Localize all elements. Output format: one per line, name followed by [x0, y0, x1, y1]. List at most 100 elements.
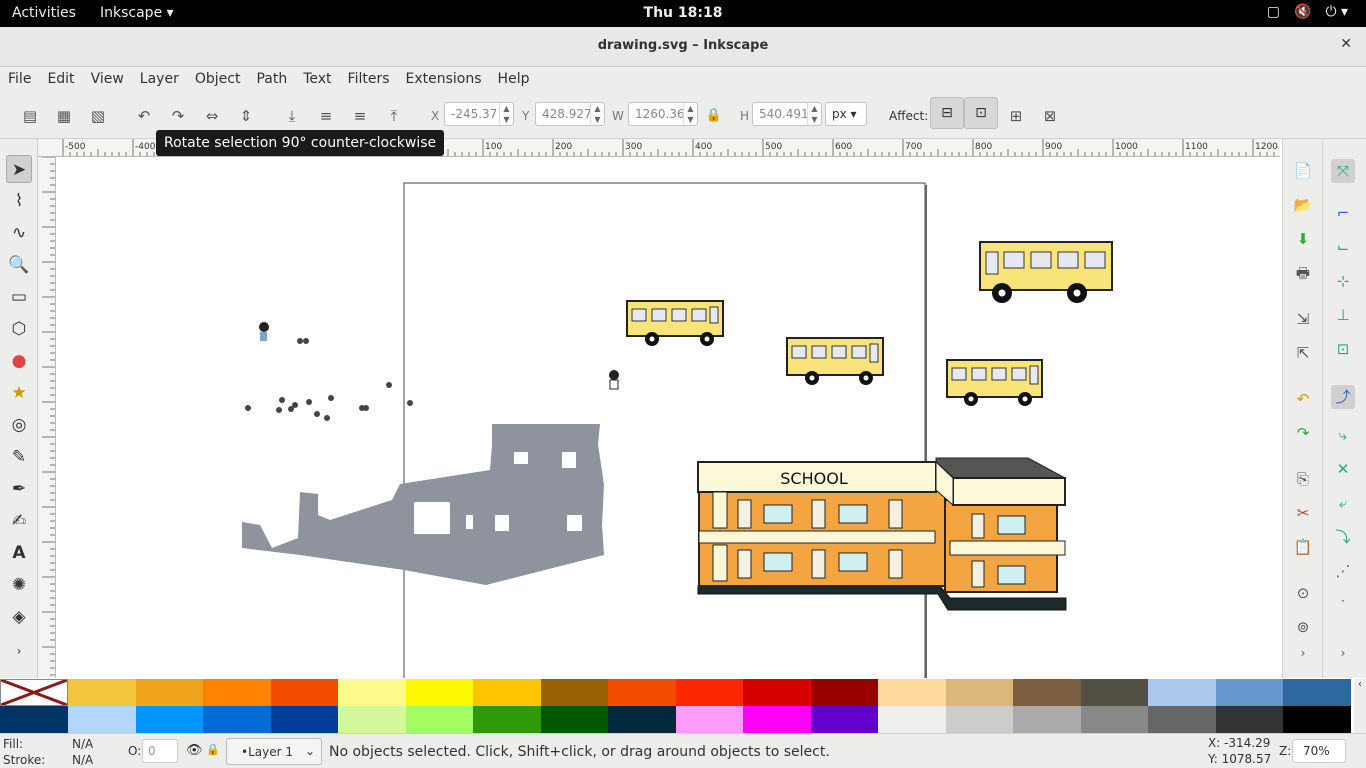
star-tool-icon[interactable]: ★ [6, 379, 32, 407]
lock-ratio-icon[interactable]: 🔒 [702, 104, 726, 128]
layer-visibility-eye-icon[interactable]: 👁 [186, 743, 203, 758]
tweak-tool-icon[interactable]: ∿ [6, 219, 32, 247]
affect-corners-toggle[interactable]: ⊡ [964, 97, 998, 129]
color-swatch[interactable] [945, 679, 1014, 706]
color-swatch[interactable] [810, 679, 879, 706]
close-window-button[interactable]: ✕ [1340, 36, 1352, 52]
3d-box-tool-icon[interactable]: ⬡ [6, 315, 32, 343]
color-swatch[interactable] [405, 706, 474, 733]
color-swatch[interactable] [743, 706, 811, 733]
affect-gradients-toggle[interactable]: ⊞ [1004, 104, 1028, 128]
open-icon[interactable]: 📂 [1291, 193, 1315, 217]
eraser-tool-icon[interactable]: ◈ [6, 603, 32, 631]
color-swatch[interactable] [135, 679, 204, 706]
color-swatch[interactable] [608, 706, 676, 733]
menu-object[interactable]: Object [187, 67, 249, 87]
drawing-canvas[interactable]: SCHOOL [56, 157, 1280, 678]
snap-bbox-corners-icon[interactable]: ⊹ [1331, 269, 1355, 293]
w-field[interactable]: 1260.36 ▲ ▼ [628, 102, 698, 126]
h-stepper[interactable]: ▲ ▼ [807, 103, 821, 125]
menu-filters[interactable]: Filters [340, 67, 398, 87]
menu-layer[interactable]: Layer [132, 67, 187, 87]
color-swatch[interactable] [1215, 679, 1284, 706]
zoom-drawing-icon[interactable]: ⊚ [1291, 615, 1315, 639]
menu-file[interactable]: File [0, 67, 39, 87]
vertical-ruler[interactable] [38, 157, 56, 678]
menu-view[interactable]: View [83, 67, 132, 87]
paste-icon[interactable]: 📋 [1291, 535, 1315, 559]
undo-icon[interactable]: ↶ [1291, 387, 1315, 411]
color-swatch[interactable] [270, 679, 339, 706]
redo-icon[interactable]: ↷ [1291, 421, 1315, 445]
color-swatch[interactable] [1080, 706, 1149, 733]
menu-text[interactable]: Text [295, 67, 339, 87]
color-swatch[interactable] [270, 706, 339, 733]
color-swatch[interactable] [675, 679, 744, 706]
school-building[interactable]: SCHOOL [697, 457, 1067, 611]
snap-smooth-nodes-icon[interactable]: ⤵ [1331, 525, 1355, 549]
flip-vertical-icon[interactable]: ⇕ [234, 104, 258, 128]
deselect-icon[interactable]: ▧ [86, 104, 110, 128]
snap-bbox-midpoints-icon[interactable]: ⊥ [1331, 303, 1355, 327]
snap-nodes-icon[interactable]: ⤴ [1331, 385, 1355, 409]
menu-path[interactable]: Path [248, 67, 295, 87]
copy-icon[interactable]: ⎘ [1291, 467, 1315, 491]
cut-icon[interactable]: ✂ [1291, 501, 1315, 525]
color-swatch[interactable] [1148, 706, 1216, 733]
selector-tool-icon[interactable]: ➤ [6, 155, 32, 183]
snap-centers-icon[interactable]: ⋅ [1331, 589, 1355, 613]
color-swatch[interactable] [878, 706, 946, 733]
color-swatch[interactable] [810, 706, 879, 733]
snap-paths-icon[interactable]: ⤷ [1331, 423, 1355, 447]
save-icon[interactable]: ⬇ [1291, 227, 1315, 251]
pen-tool-icon[interactable]: ✒ [6, 475, 32, 503]
import-icon[interactable]: ⇲ [1291, 307, 1315, 331]
unit-select[interactable]: px ▾ [825, 102, 867, 126]
color-swatch[interactable] [0, 706, 68, 733]
menu-extensions[interactable]: Extensions [398, 67, 490, 87]
color-swatch[interactable] [68, 679, 136, 706]
print-icon[interactable]: 🖶 [1291, 261, 1315, 285]
raise-icon[interactable]: ≡ [348, 104, 372, 128]
snap-midpoints-icon[interactable]: ⋰ [1331, 559, 1355, 583]
color-swatch[interactable] [1283, 706, 1351, 733]
spray-tool-icon[interactable]: ✺ [6, 571, 32, 599]
affect-patterns-toggle[interactable]: ⊠ [1038, 104, 1062, 128]
clock[interactable]: Thu 18:18 [0, 5, 1366, 21]
snap-cusp-nodes-icon[interactable]: ⤶ [1331, 491, 1355, 515]
color-swatch[interactable] [1215, 706, 1284, 733]
node-tool-icon[interactable]: ⌇ [6, 187, 32, 215]
more-snap-chevron-icon[interactable]: › [1331, 641, 1355, 665]
raise-to-top-icon[interactable]: ⤒ [382, 104, 406, 128]
snap-intersections-icon[interactable]: ✕ [1331, 457, 1355, 481]
color-swatch[interactable] [1013, 679, 1081, 706]
export-icon[interactable]: ⇱ [1291, 341, 1315, 365]
color-swatch[interactable] [405, 679, 474, 706]
system-tray[interactable]: ▢ 🔇 ⏻ ▾ [1267, 4, 1348, 20]
ellipse-tool-icon[interactable]: ● [6, 347, 32, 375]
more-tools-chevron-icon[interactable]: › [6, 637, 32, 665]
color-swatch[interactable] [540, 706, 609, 733]
color-swatch[interactable] [1013, 706, 1081, 733]
rotate-cw-icon[interactable]: ↷ [166, 104, 190, 128]
zoom-field[interactable]: 70% [1292, 739, 1346, 763]
layer-lock-icon[interactable]: 🔒 [206, 743, 220, 756]
select-all-icon[interactable]: ▤ [18, 104, 42, 128]
color-swatch[interactable] [1148, 679, 1216, 706]
fill-value[interactable]: N/A [72, 737, 93, 751]
palette-menu-chevron-icon[interactable]: ‹ [1354, 679, 1366, 733]
color-swatch[interactable] [878, 679, 946, 706]
lower-icon[interactable]: ≡ [314, 104, 338, 128]
color-swatch[interactable] [540, 679, 609, 706]
color-swatch[interactable] [68, 706, 136, 733]
flip-horizontal-icon[interactable]: ⇔ [200, 104, 224, 128]
zoom-tool-icon[interactable]: 🔍 [6, 251, 32, 279]
color-swatch[interactable] [743, 679, 811, 706]
color-swatch[interactable] [675, 706, 744, 733]
color-swatch[interactable] [945, 706, 1014, 733]
zoom-selection-icon[interactable]: ⊙ [1291, 581, 1315, 605]
color-swatch[interactable] [1080, 679, 1149, 706]
color-swatch[interactable] [338, 706, 406, 733]
no-paint-swatch[interactable] [0, 678, 68, 707]
color-swatch[interactable] [473, 706, 541, 733]
